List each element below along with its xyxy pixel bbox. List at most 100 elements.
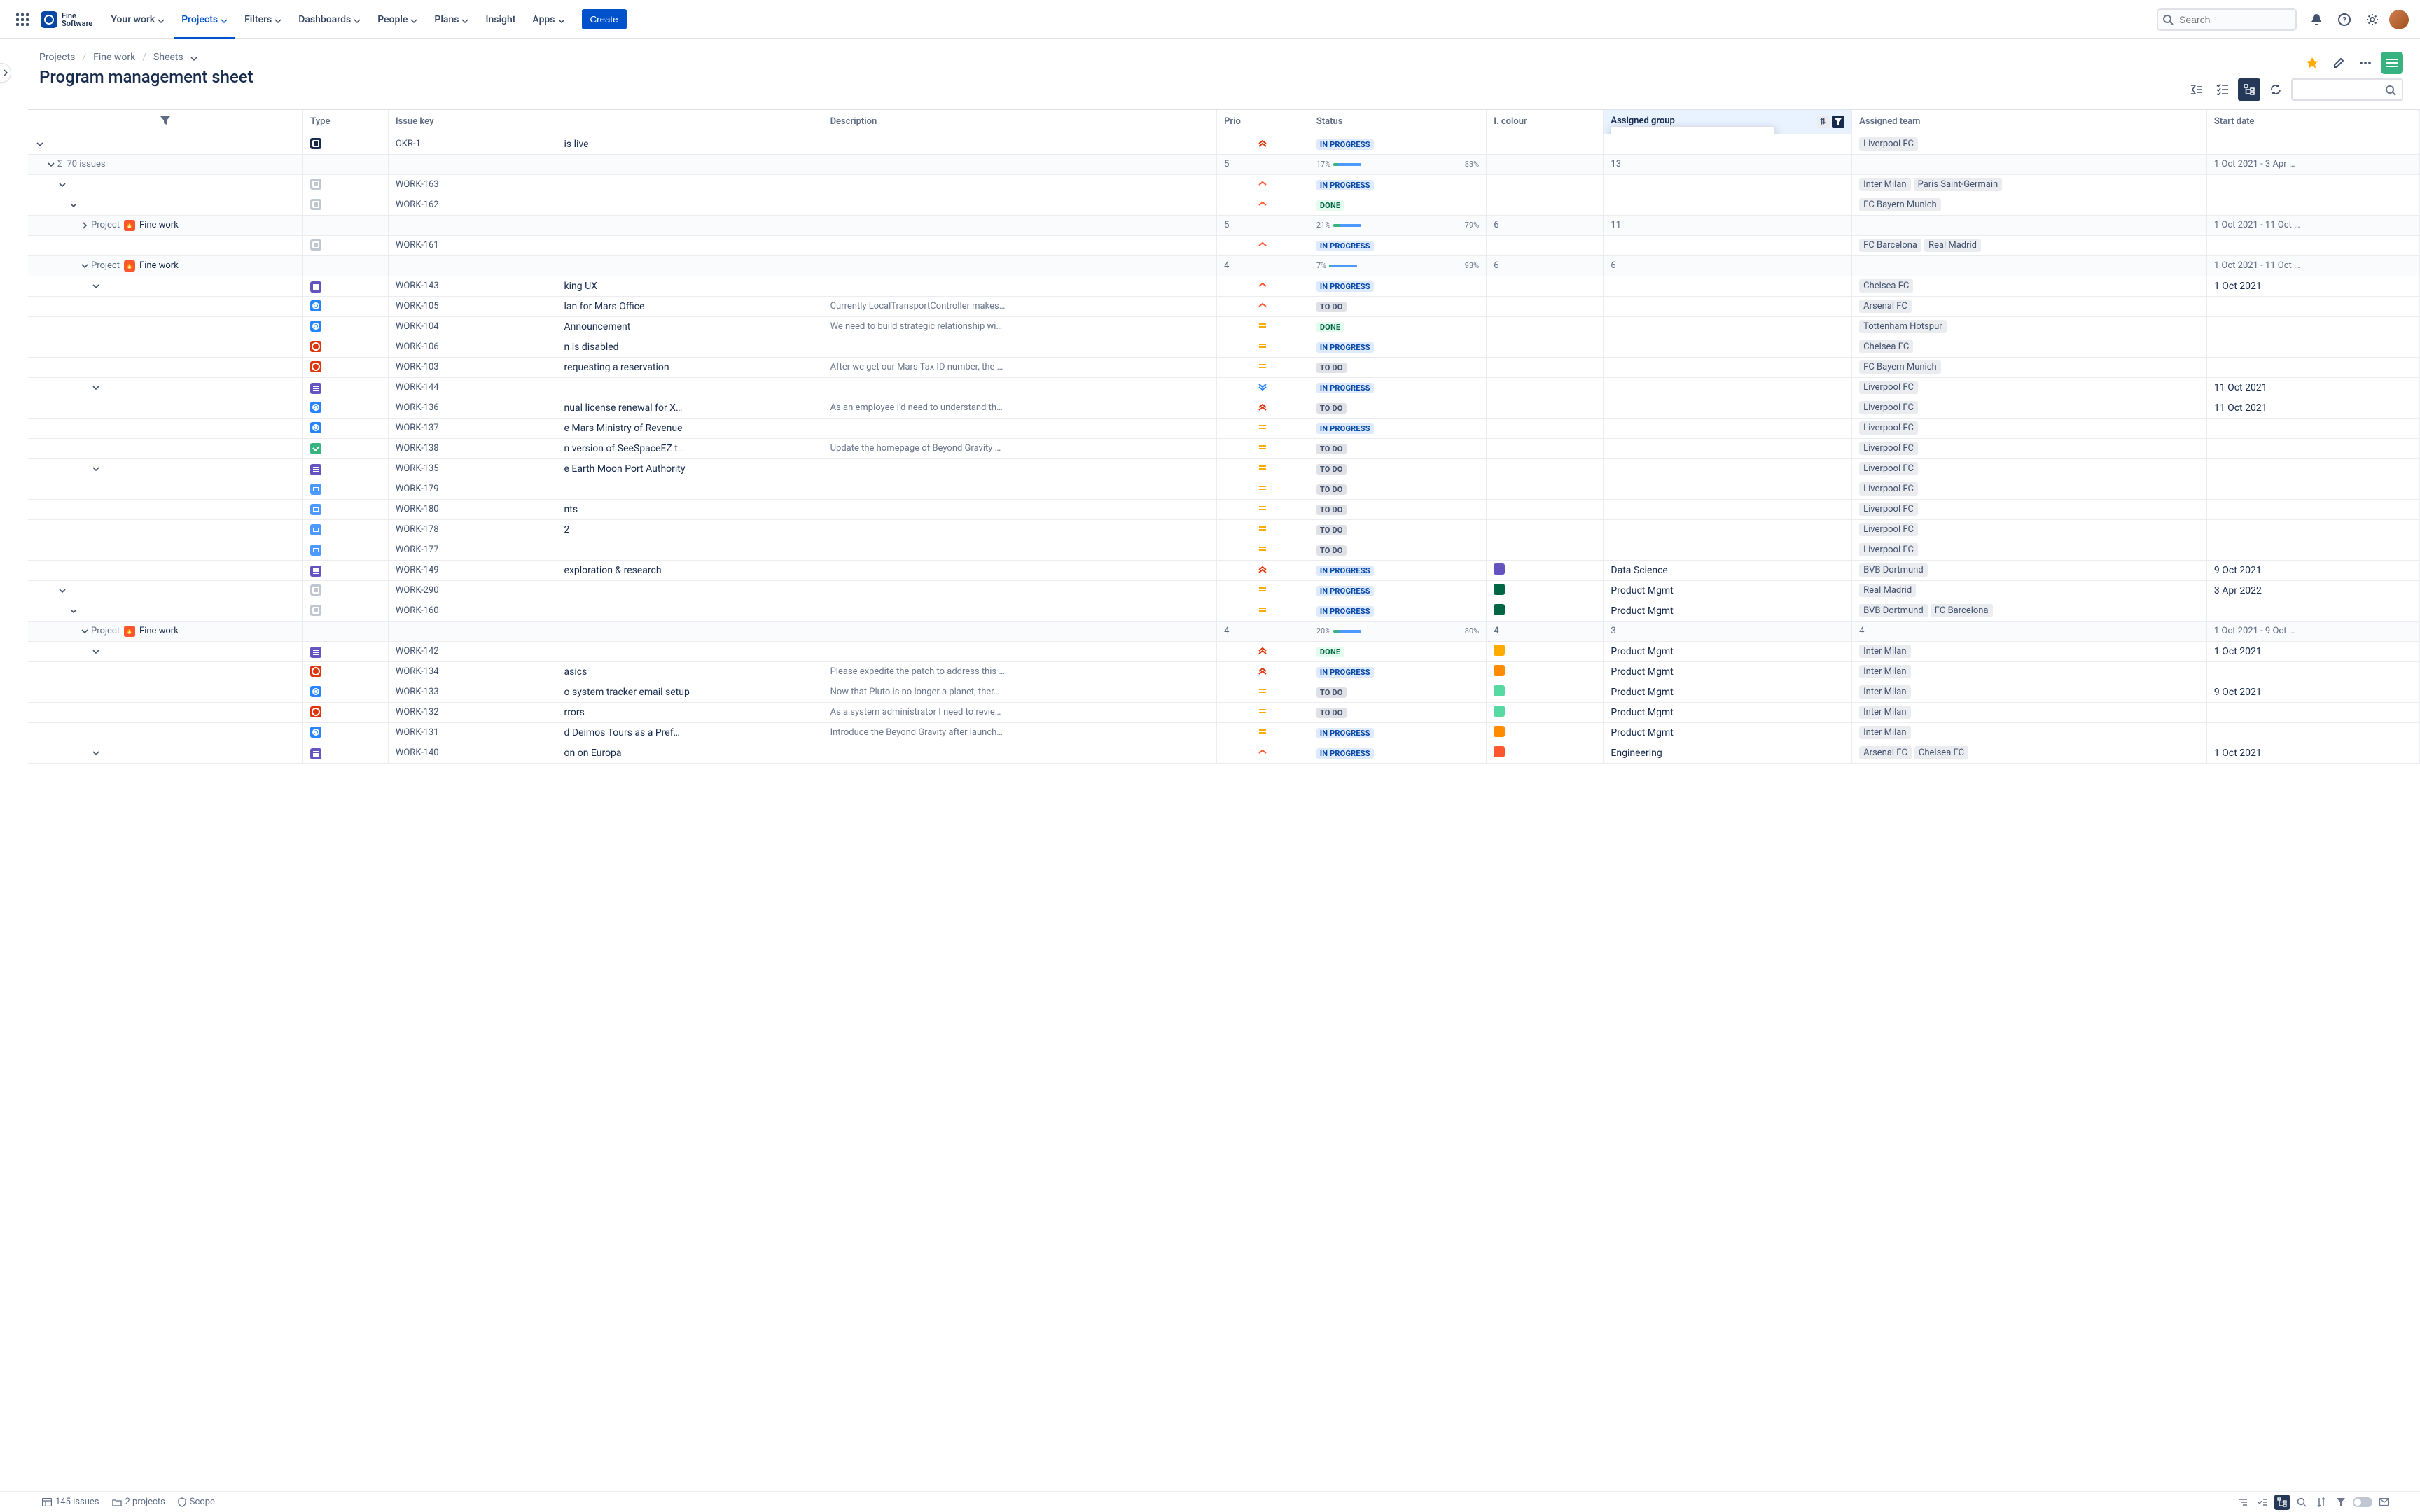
team-chip[interactable]: Liverpool FC xyxy=(1859,442,1918,455)
summary-cell[interactable]: Announcement xyxy=(557,316,823,337)
date-cell[interactable] xyxy=(2206,458,2419,479)
team-chip[interactable]: Inter Milan xyxy=(1859,726,1910,739)
summary-cell[interactable]: 2 xyxy=(557,519,823,540)
expand-toggle[interactable] xyxy=(90,382,102,394)
team-chip[interactable]: Arsenal FC xyxy=(1859,746,1912,760)
description-cell[interactable] xyxy=(823,276,1216,296)
description-cell[interactable] xyxy=(823,601,1216,621)
group-cell[interactable] xyxy=(1604,540,1852,560)
description-cell[interactable] xyxy=(823,337,1216,357)
global-search[interactable] xyxy=(2157,8,2297,31)
expand-toggle[interactable] xyxy=(90,463,102,475)
hierarchy-icon[interactable] xyxy=(2238,78,2260,101)
issue-key[interactable]: WORK-103 xyxy=(388,357,557,377)
date-cell[interactable] xyxy=(2206,479,2419,499)
team-cell[interactable]: Liverpool FC xyxy=(1852,438,2207,458)
search-input[interactable] xyxy=(2157,8,2297,31)
description-cell[interactable] xyxy=(823,580,1216,601)
team-cell[interactable]: Arsenal FC xyxy=(1852,296,2207,316)
chevron-down-icon[interactable] xyxy=(190,54,197,61)
team-chip[interactable]: Liverpool FC xyxy=(1859,462,1918,475)
team-chip[interactable]: FC Barcelona xyxy=(1931,604,1993,617)
date-cell[interactable] xyxy=(2206,357,2419,377)
issue-key[interactable]: WORK-144 xyxy=(388,377,557,398)
status-lozenge[interactable]: DONE xyxy=(1316,322,1344,332)
status-lozenge[interactable]: IN PROGRESS xyxy=(1316,139,1374,150)
table-row[interactable]: WORK-161IN PROGRESSFC BarcelonaReal Madr… xyxy=(28,235,2420,255)
team-cell[interactable]: Inter Milan xyxy=(1852,682,2207,702)
table-row[interactable]: WORK-137e Mars Ministry of RevenueIN PRO… xyxy=(28,418,2420,438)
status-lozenge[interactable]: TO DO xyxy=(1316,363,1347,373)
description-cell[interactable]: Currently LocalTransportController makes… xyxy=(823,296,1216,316)
col-assigned-team[interactable]: Assigned team xyxy=(1852,110,2207,134)
table-row[interactable]: WORK-103requesting a reservationAfter we… xyxy=(28,357,2420,377)
team-cell[interactable]: Liverpool FC xyxy=(1852,519,2207,540)
team-cell[interactable]: Tottenham Hotspur xyxy=(1852,316,2207,337)
team-chip[interactable]: Tottenham Hotspur xyxy=(1859,320,1947,333)
description-cell[interactable]: After we get our Mars Tax ID number, the… xyxy=(823,357,1216,377)
summary-cell[interactable]: king UX xyxy=(557,276,823,296)
status-lozenge[interactable]: IN PROGRESS xyxy=(1316,748,1374,759)
date-cell[interactable] xyxy=(2206,662,2419,682)
team-cell[interactable]: Liverpool FC xyxy=(1852,540,2207,560)
group-cell[interactable]: Engineering xyxy=(1604,743,1852,763)
col-type[interactable]: Type xyxy=(303,110,389,134)
team-chip[interactable]: Inter Milan xyxy=(1859,685,1910,699)
group-cell[interactable]: Data Science xyxy=(1604,560,1852,580)
team-chip[interactable]: Arsenal FC xyxy=(1859,300,1912,313)
table-row[interactable]: WORK-131d Deimos Tours as a Pref…Introdu… xyxy=(28,722,2420,743)
group-cell[interactable]: Product Mgmt xyxy=(1604,702,1852,722)
description-cell[interactable] xyxy=(823,479,1216,499)
team-chip[interactable]: FC Bayern Munich xyxy=(1859,360,1941,374)
status-lozenge[interactable]: IN PROGRESS xyxy=(1316,728,1374,738)
date-cell[interactable] xyxy=(2206,418,2419,438)
issue-key[interactable]: WORK-134 xyxy=(388,662,557,682)
group-cell[interactable] xyxy=(1604,296,1852,316)
group-cell[interactable] xyxy=(1604,134,1852,154)
checklist-icon[interactable] xyxy=(2211,78,2234,101)
team-cell[interactable]: Real Madrid xyxy=(1852,580,2207,601)
expand-toggle[interactable] xyxy=(67,199,80,211)
group-cell[interactable] xyxy=(1604,377,1852,398)
description-cell[interactable] xyxy=(823,235,1216,255)
expand-toggle[interactable] xyxy=(78,260,91,272)
status-lozenge[interactable]: IN PROGRESS xyxy=(1316,424,1374,434)
team-cell[interactable]: Inter MilanParis Saint-Germain xyxy=(1852,174,2207,195)
team-chip[interactable]: Liverpool FC xyxy=(1859,421,1918,435)
filter-icon[interactable] xyxy=(1832,115,1844,128)
summary-cell[interactable] xyxy=(557,377,823,398)
user-avatar[interactable] xyxy=(2389,10,2409,29)
table-row[interactable]: WORK-180ntsTO DOLiverpool FC xyxy=(28,499,2420,519)
team-chip[interactable]: Inter Milan xyxy=(1859,645,1910,658)
refresh-icon[interactable] xyxy=(2265,78,2287,101)
group-cell[interactable] xyxy=(1604,195,1852,215)
sb-projects[interactable]: 2 projects xyxy=(112,1497,165,1507)
summary-cell[interactable]: nts xyxy=(557,499,823,519)
date-cell[interactable]: 11 Oct 2021 xyxy=(2206,377,2419,398)
app-switcher[interactable] xyxy=(11,8,34,31)
sb-hier-icon[interactable] xyxy=(2274,1494,2290,1510)
status-lozenge[interactable]: IN PROGRESS xyxy=(1316,667,1374,678)
group-cell[interactable]: Product Mgmt xyxy=(1604,601,1852,621)
description-cell[interactable] xyxy=(823,377,1216,398)
description-cell[interactable] xyxy=(823,641,1216,662)
col-key[interactable]: Issue key xyxy=(388,110,557,134)
issue-key[interactable]: WORK-106 xyxy=(388,337,557,357)
sb-issues[interactable]: 145 issues xyxy=(42,1497,99,1507)
summary-cell[interactable]: o system tracker email setup xyxy=(557,682,823,702)
issue-key[interactable]: WORK-133 xyxy=(388,682,557,702)
table-row[interactable]: WORK-132rrorsAs a system administrator I… xyxy=(28,702,2420,722)
col-prio[interactable]: Prio xyxy=(1217,110,1309,134)
summary-cell[interactable] xyxy=(557,580,823,601)
summary-cell[interactable] xyxy=(557,195,823,215)
status-lozenge[interactable]: TO DO xyxy=(1316,525,1347,536)
sheet-app-icon[interactable] xyxy=(2381,52,2403,74)
team-cell[interactable]: Liverpool FC xyxy=(1852,458,2207,479)
summary-cell[interactable]: on on Europa xyxy=(557,743,823,763)
issue-key[interactable]: WORK-132 xyxy=(388,702,557,722)
table-row[interactable]: WORK-142DONEProduct MgmtInter Milan1 Oct… xyxy=(28,641,2420,662)
description-cell[interactable]: Please expedite the patch to address thi… xyxy=(823,662,1216,682)
group-cell[interactable]: Product Mgmt xyxy=(1604,682,1852,702)
table-row[interactable]: WORK-105lan for Mars OfficeCurrently Loc… xyxy=(28,296,2420,316)
table-row[interactable]: WORK-160IN PROGRESSProduct MgmtBVB Dortm… xyxy=(28,601,2420,621)
